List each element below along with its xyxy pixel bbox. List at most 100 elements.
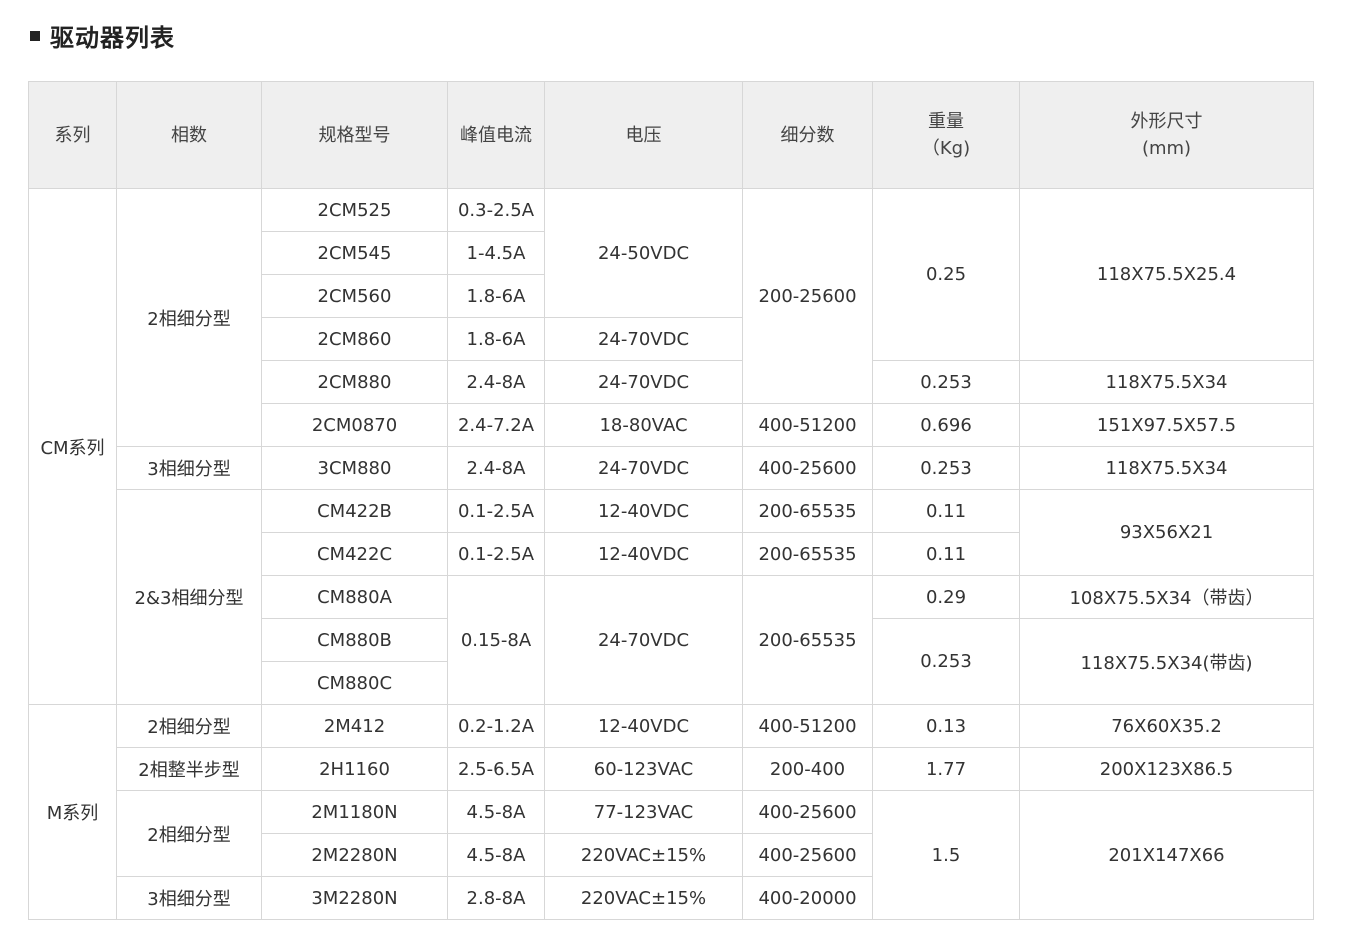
model-cell: 2CM525 bbox=[261, 188, 448, 232]
section-heading: 驱动器列表 bbox=[30, 18, 175, 53]
model-cell: CM880A bbox=[261, 575, 448, 619]
model-cell: CM422C bbox=[261, 532, 448, 576]
weight-cell: 0.253 bbox=[872, 618, 1020, 705]
phase-cell: 2相细分型 bbox=[116, 704, 262, 748]
model-cell: CM880C bbox=[261, 661, 448, 705]
voltage-cell: 12-40VDC bbox=[544, 704, 743, 748]
microstep-cell: 400-51200 bbox=[742, 704, 873, 748]
model-cell: 2H1160 bbox=[261, 747, 448, 791]
dimensions-cell: 93X56X21 bbox=[1019, 489, 1314, 576]
model-cell: 2M2280N bbox=[261, 833, 448, 877]
voltage-cell: 24-70VDC bbox=[544, 317, 743, 361]
header-weight-unit: （Kg) bbox=[921, 138, 971, 159]
microstep-cell: 200-65535 bbox=[742, 532, 873, 576]
phase-cell: 2相细分型 bbox=[116, 790, 262, 877]
weight-cell: 0.11 bbox=[872, 489, 1020, 533]
voltage-cell: 60-123VAC bbox=[544, 747, 743, 791]
weight-cell: 0.25 bbox=[872, 188, 1020, 361]
table-header-row: 系列 相数 规格型号 峰值电流 电压 细分数 重量 （Kg) 外形尺寸 (mm) bbox=[28, 81, 1314, 189]
voltage-cell: 220VAC±15% bbox=[544, 833, 743, 877]
table-row: M系列 2相细分型 2M412 0.2-1.2A 12-40VDC 400-51… bbox=[28, 704, 1314, 920]
current-cell: 0.1-2.5A bbox=[447, 489, 545, 533]
header-microstep: 细分数 bbox=[742, 81, 873, 189]
model-cell: 2M412 bbox=[261, 704, 448, 748]
dimensions-cell: 108X75.5X34（带齿） bbox=[1019, 575, 1314, 619]
dimensions-cell: 151X97.5X57.5 bbox=[1019, 403, 1314, 447]
current-cell: 2.4-7.2A bbox=[447, 403, 545, 447]
microstep-cell: 200-65535 bbox=[742, 489, 873, 533]
model-cell: 2CM545 bbox=[261, 231, 448, 275]
header-dimensions-unit: (mm) bbox=[1141, 138, 1192, 159]
current-cell: 4.5-8A bbox=[447, 790, 545, 834]
model-cell: 2M1180N bbox=[261, 790, 448, 834]
header-voltage: 电压 bbox=[544, 81, 743, 189]
phase-cell: 2相细分型 bbox=[116, 188, 262, 447]
current-cell: 1-4.5A bbox=[447, 231, 545, 275]
microstep-cell: 400-51200 bbox=[742, 403, 873, 447]
dimensions-cell: 201X147X66 bbox=[1019, 790, 1314, 920]
header-dimensions: 外形尺寸 (mm) bbox=[1019, 81, 1314, 189]
weight-cell: 0.29 bbox=[872, 575, 1020, 619]
header-weight-label: 重量 bbox=[928, 111, 964, 132]
page-title: 驱动器列表 bbox=[50, 24, 175, 52]
dimensions-cell: 76X60X35.2 bbox=[1019, 704, 1314, 748]
microstep-cell: 400-25600 bbox=[742, 833, 873, 877]
header-series: 系列 bbox=[28, 81, 117, 189]
current-cell: 0.2-1.2A bbox=[447, 704, 545, 748]
weight-cell: 0.13 bbox=[872, 704, 1020, 748]
microstep-cell: 400-25600 bbox=[742, 446, 873, 490]
model-cell: 2CM880 bbox=[261, 360, 448, 404]
current-cell: 0.15-8A bbox=[447, 575, 545, 705]
model-cell: CM880B bbox=[261, 618, 448, 662]
phase-cell: 2相整半步型 bbox=[116, 747, 262, 791]
current-cell: 0.3-2.5A bbox=[447, 188, 545, 232]
voltage-cell: 24-70VDC bbox=[544, 575, 743, 705]
header-model: 规格型号 bbox=[261, 81, 448, 189]
phase-cell: 3相细分型 bbox=[116, 876, 262, 920]
dimensions-cell: 118X75.5X34 bbox=[1019, 446, 1314, 490]
square-bullet-icon bbox=[30, 30, 40, 41]
microstep-cell: 400-25600 bbox=[742, 790, 873, 834]
table-row: 2&3相细分型 CM422B 0.1-2.5A 12-40VDC 200-655… bbox=[29, 489, 1314, 705]
voltage-cell: 220VAC±15% bbox=[544, 876, 743, 920]
dimensions-cell: 200X123X86.5 bbox=[1019, 747, 1314, 791]
weight-cell: 0.253 bbox=[872, 446, 1020, 490]
phase-cell: 3相细分型 bbox=[116, 446, 262, 490]
series-cell: M系列 bbox=[28, 704, 117, 920]
voltage-cell: 24-70VDC bbox=[544, 446, 743, 490]
header-weight: 重量 （Kg) bbox=[872, 81, 1020, 189]
current-cell: 4.5-8A bbox=[447, 833, 545, 877]
header-dimensions-label: 外形尺寸 bbox=[1130, 111, 1203, 132]
current-cell: 2.5-6.5A bbox=[447, 747, 545, 791]
model-cell: 3CM880 bbox=[261, 446, 448, 490]
weight-cell: 0.11 bbox=[872, 532, 1020, 576]
voltage-cell: 12-40VDC bbox=[544, 489, 743, 533]
current-cell: 2.8-8A bbox=[447, 876, 545, 920]
microstep-cell: 200-400 bbox=[742, 747, 873, 791]
dimensions-cell: 118X75.5X34(带齿) bbox=[1019, 618, 1314, 705]
voltage-cell: 77-123VAC bbox=[544, 790, 743, 834]
current-cell: 2.4-8A bbox=[447, 360, 545, 404]
voltage-cell: 24-50VDC bbox=[544, 188, 743, 318]
header-peak-current: 峰值电流 bbox=[447, 81, 545, 189]
header-phase: 相数 bbox=[116, 81, 262, 189]
model-cell: 2CM560 bbox=[261, 274, 448, 318]
model-cell: 2CM0870 bbox=[261, 403, 448, 447]
weight-cell: 1.77 bbox=[872, 747, 1020, 791]
current-cell: 0.1-2.5A bbox=[447, 532, 545, 576]
phase-cell: 2&3相细分型 bbox=[116, 489, 262, 705]
voltage-cell: 18-80VAC bbox=[544, 403, 743, 447]
driver-spec-table: 系列 相数 规格型号 峰值电流 电压 细分数 重量 （Kg) 外形尺寸 (mm)… bbox=[28, 81, 1314, 920]
weight-cell: 1.5 bbox=[872, 790, 1020, 920]
current-cell: 1.8-6A bbox=[447, 317, 545, 361]
microstep-cell: 400-20000 bbox=[742, 876, 873, 920]
table-row: 2相整半步型 2H1160 2.5-6.5A 60-123VAC 200-400… bbox=[29, 747, 1314, 791]
voltage-cell: 12-40VDC bbox=[544, 532, 743, 576]
current-cell: 1.8-6A bbox=[447, 274, 545, 318]
current-cell: 2.4-8A bbox=[447, 446, 545, 490]
microstep-cell: 200-25600 bbox=[742, 188, 873, 404]
dimensions-cell: 118X75.5X25.4 bbox=[1019, 188, 1314, 361]
series-cell: CM系列 bbox=[28, 188, 117, 705]
model-cell: 3M2280N bbox=[261, 876, 448, 920]
microstep-cell: 200-65535 bbox=[742, 575, 873, 705]
